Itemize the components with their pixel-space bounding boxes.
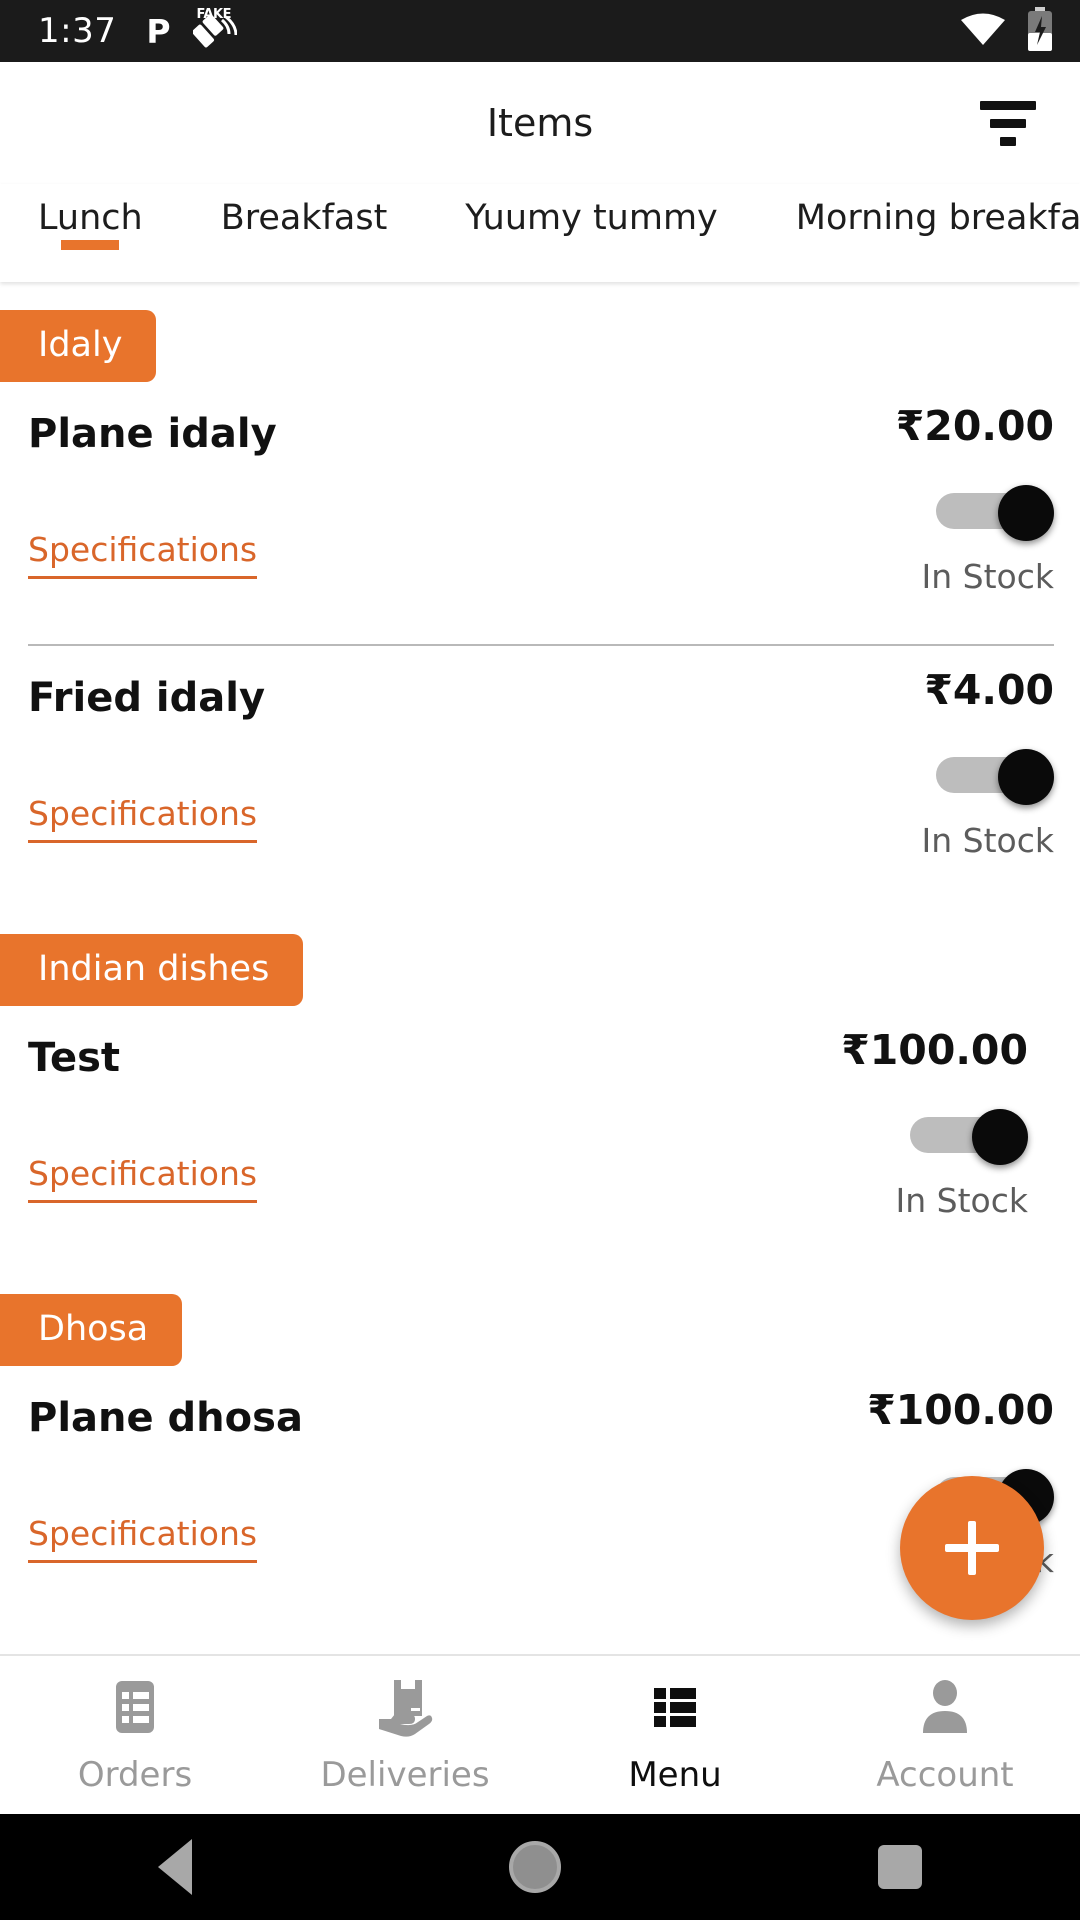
orders-list-icon: [103, 1675, 167, 1739]
nav-label: Orders: [77, 1755, 193, 1795]
category-badge: Dhosa: [0, 1294, 183, 1366]
nav-label: Account: [876, 1755, 1014, 1795]
filter-icon[interactable]: [962, 77, 1054, 169]
nav-item-account[interactable]: Account: [810, 1656, 1080, 1814]
category-section-dhosa: Dhosa: [0, 1294, 1080, 1366]
item-right-column: ₹4.00 In Stock: [922, 670, 1054, 860]
status-time: 1:37: [38, 11, 117, 51]
package-hand-icon: [373, 1675, 437, 1739]
filter-bar-top: [980, 100, 1036, 110]
item-right-column: ₹100.00 In Stock: [841, 1030, 1028, 1220]
toggle-thumb: [998, 749, 1054, 805]
status-bar: 1:37 P FAKE: [0, 0, 1080, 62]
category-tabs: Lunch Breakfast Yuumy tummy Morning brea…: [0, 184, 1080, 282]
fake-gps-label: FAKE: [196, 7, 232, 22]
home-button[interactable]: [508, 1841, 561, 1893]
toggle-thumb: [972, 1109, 1028, 1165]
specifications-link[interactable]: Specifications: [28, 1514, 258, 1563]
nav-item-menu[interactable]: Menu: [540, 1656, 810, 1814]
tab-breakfast[interactable]: Breakfast: [221, 184, 388, 238]
opera-p-icon: P: [146, 11, 171, 51]
item-price: ₹100.00: [841, 1026, 1028, 1074]
specifications-link[interactable]: Specifications: [28, 530, 258, 579]
tab-label: Breakfast: [220, 198, 388, 238]
specifications-link[interactable]: Specifications: [28, 794, 258, 843]
stock-toggle[interactable]: [910, 1109, 1028, 1165]
tab-label: Morning breakfast: [795, 198, 1080, 238]
category-section-idaly: Idaly: [0, 310, 1080, 382]
tab-label: Lunch: [38, 198, 143, 238]
stock-toggle[interactable]: [936, 749, 1054, 805]
status-right-icons: [960, 7, 1054, 55]
item-price: ₹100.00: [867, 1386, 1054, 1434]
item-price: ₹20.00: [895, 402, 1054, 450]
toggle-thumb: [998, 485, 1054, 541]
fake-gps-icon: FAKE: [191, 7, 238, 51]
item-right-column: ₹20.00 In Stock: [896, 406, 1054, 596]
bottom-navigation: Orders Deliveries Menu Account: [0, 1654, 1080, 1814]
nav-label: Menu: [628, 1755, 722, 1795]
filter-bar-middle: [990, 118, 1026, 128]
tab-label: Yuumy tummy: [465, 198, 718, 238]
category-badge: Idaly: [0, 310, 157, 382]
stock-status-label: In Stock: [921, 557, 1054, 596]
item-name: Fried idaly: [28, 675, 266, 721]
android-navigation-bar: [0, 1814, 1080, 1920]
table-row[interactable]: Plane idaly Specifications ₹20.00 In Sto…: [0, 382, 1080, 644]
category-section-indian-dishes: Indian dishes: [0, 934, 1080, 1006]
back-button[interactable]: [158, 1839, 193, 1895]
category-badge: Indian dishes: [0, 934, 304, 1006]
plus-icon: [945, 1521, 999, 1575]
nav-item-deliveries[interactable]: Deliveries: [270, 1656, 540, 1814]
app-bar: Items: [0, 62, 1080, 184]
page-title: Items: [486, 101, 594, 145]
tab-yuumy-tummy[interactable]: Yuumy tummy: [465, 184, 717, 238]
filter-bar-bottom: [1000, 136, 1016, 146]
stock-status-label: In Stock: [921, 821, 1054, 860]
table-row[interactable]: Test Specifications ₹100.00 In Stock: [0, 1006, 1080, 1268]
tab-active-indicator: [61, 240, 120, 250]
battery-charging-icon: [1026, 7, 1054, 55]
app-screen: 1:37 P FAKE Items Lunch Breakfast Yuumy …: [0, 0, 1080, 1920]
stock-status-label: In Stock: [895, 1181, 1028, 1220]
nav-label: Deliveries: [320, 1755, 490, 1795]
stock-toggle[interactable]: [936, 485, 1054, 541]
tab-morning-breakfast[interactable]: Morning breakfast: [796, 184, 1080, 238]
item-price: ₹4.00: [924, 666, 1054, 714]
menu-grid-icon: [643, 1675, 707, 1739]
status-left-icons: P FAKE: [146, 7, 238, 51]
specifications-link[interactable]: Specifications: [28, 1154, 258, 1203]
nav-item-orders[interactable]: Orders: [0, 1656, 270, 1814]
items-list[interactable]: Idaly Plane idaly Specifications ₹20.00 …: [0, 282, 1080, 1654]
person-icon: [913, 1675, 977, 1739]
table-row[interactable]: Fried idaly Specifications ₹4.00 In Stoc…: [0, 646, 1080, 908]
wifi-icon: [960, 11, 1006, 51]
tab-lunch[interactable]: Lunch: [38, 184, 143, 250]
add-item-button[interactable]: [900, 1476, 1044, 1620]
recents-button[interactable]: [877, 1845, 922, 1889]
